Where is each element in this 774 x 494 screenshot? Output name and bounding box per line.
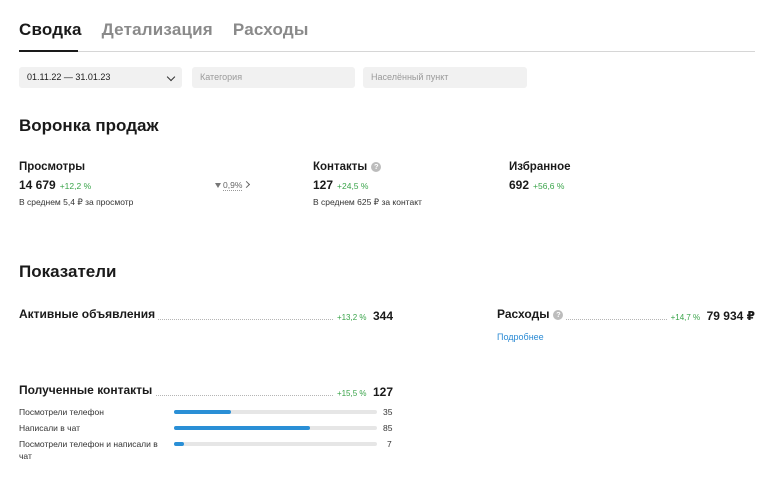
favorites-value: 692	[509, 178, 530, 192]
breakdown-label-both: Посмотрели телефон и написали в чат	[19, 439, 158, 461]
favorites-value-row: 692 +56,6 %	[509, 178, 564, 192]
breakdown-value-phone: 35	[383, 407, 393, 417]
contacts-received-stats: +15,5 % 127	[333, 383, 393, 401]
chevron-right-icon	[243, 180, 251, 189]
active-ads-stats: +13,2 % 344	[333, 307, 393, 325]
contacts-value: 127	[313, 178, 334, 192]
active-ads-row: Активные объявления +13,2 % 344	[19, 307, 393, 325]
contacts-received-value: 127	[372, 385, 393, 399]
breakdown-bar-fill	[174, 426, 310, 430]
active-ads-label: Активные объявления	[19, 307, 159, 321]
funnel-icon	[215, 183, 221, 188]
tab-expenses[interactable]: Расходы	[233, 20, 309, 40]
breakdown-bar-phone	[174, 410, 377, 414]
breakdown-label-phone: Посмотрели телефон	[19, 407, 104, 417]
indicators-title: Показатели	[19, 262, 117, 281]
contacts-received-delta: +15,5 %	[336, 389, 367, 398]
views-delta: +12,2 %	[59, 181, 92, 191]
tab-summary[interactable]: Сводка	[19, 20, 82, 40]
breakdown-bar-chat	[174, 426, 377, 430]
tab-bar: Сводка Детализация Расходы	[19, 20, 329, 40]
contacts-label-row: Контакты?	[313, 161, 382, 173]
breakdown-bar-fill	[174, 410, 231, 414]
views-label: Просмотры	[19, 161, 86, 173]
breakdown-value-chat: 85	[383, 423, 393, 433]
contacts-received-row: Полученные контакты +15,5 % 127	[19, 383, 393, 401]
conversion-value: 0,9%	[223, 180, 243, 191]
question-icon[interactable]: ?	[553, 310, 564, 320]
contacts-received-label: Полученные контакты	[19, 383, 156, 397]
contacts-value-row: 127 +24,5 %	[313, 178, 368, 192]
date-range-select[interactable]: 01.11.22 — 31.01.23	[19, 67, 182, 88]
conversion-rate[interactable]: 0,9%	[215, 180, 251, 191]
chevron-down-icon	[166, 72, 176, 82]
expenses-stats: +14,7 % 79 934 ₽	[667, 307, 755, 325]
breakdown-bar-fill	[174, 442, 185, 446]
tab-details[interactable]: Детализация	[102, 20, 213, 40]
expenses-value: 79 934 ₽	[706, 309, 755, 323]
contacts-delta: +24,5 %	[337, 181, 369, 191]
views-value-row: 14 679 +12,2 %	[19, 178, 91, 192]
location-input[interactable]: Населённый пункт	[363, 67, 527, 88]
expenses-label-group: Расходы?	[497, 307, 567, 321]
active-ads-delta: +13,2 %	[336, 313, 367, 322]
tab-divider	[19, 51, 755, 52]
views-value: 14 679	[19, 178, 56, 192]
contacts-note: В среднем 625 ₽ за контакт	[313, 197, 422, 207]
category-input[interactable]: Категория	[192, 67, 355, 88]
question-icon[interactable]: ?	[371, 162, 382, 172]
expenses-details-link[interactable]: Подробнее	[497, 332, 544, 342]
contacts-label: Контакты	[313, 161, 368, 173]
favorites-delta: +56,6 %	[533, 181, 565, 191]
expenses-delta: +14,7 %	[670, 313, 701, 322]
date-range-value: 01.11.22 — 31.01.23	[27, 72, 111, 82]
active-tab-indicator	[19, 50, 78, 52]
favorites-label: Избранное	[509, 161, 571, 173]
active-ads-value: 344	[372, 309, 393, 323]
expenses-row: Расходы? +14,7 % 79 934 ₽	[497, 307, 755, 325]
funnel-title: Воронка продаж	[19, 116, 159, 135]
breakdown-label-chat: Написали в чат	[19, 423, 81, 433]
expenses-label: Расходы	[497, 307, 550, 321]
breakdown-value-both: 7	[387, 439, 392, 449]
views-note: В среднем 5,4 ₽ за просмотр	[19, 197, 134, 207]
breakdown-bar-both	[174, 442, 377, 446]
